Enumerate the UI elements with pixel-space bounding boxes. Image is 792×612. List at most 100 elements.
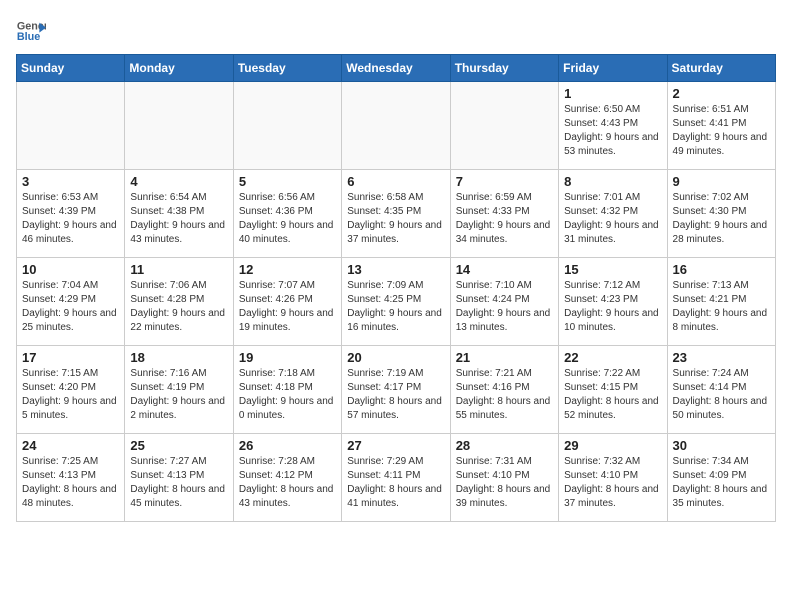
day-number: 11: [130, 262, 227, 277]
day-number: 17: [22, 350, 119, 365]
day-number: 8: [564, 174, 661, 189]
day-number: 28: [456, 438, 553, 453]
day-number: 10: [22, 262, 119, 277]
day-cell: 26 Sunrise: 7:28 AMSunset: 4:12 PMDayligh…: [233, 434, 341, 522]
day-cell: 21 Sunrise: 7:21 AMSunset: 4:16 PMDayligh…: [450, 346, 558, 434]
day-number: 3: [22, 174, 119, 189]
day-info: Sunrise: 7:12 AMSunset: 4:23 PMDaylight:…: [564, 279, 661, 335]
day-number: 27: [347, 438, 444, 453]
day-cell: 8Sunrise: 7:01 AMSunset: 4:32 PMDaylight…: [559, 170, 667, 258]
day-number: 12: [239, 262, 336, 277]
day-info: Sunrise: 7:31 AMSunset: 4:10 PMDaylight:…: [456, 455, 553, 511]
day-info: Sunrise: 7:21 AMSunset: 4:16 PMDaylight:…: [456, 367, 553, 423]
day-cell: 3 Sunrise: 6:53 AMSunset: 4:39 PMDaylight…: [17, 170, 125, 258]
day-info: Sunrise: 7:10 AMSunset: 4:24 PMDaylight:…: [456, 279, 553, 335]
day-number: 15: [564, 262, 661, 277]
header-day-friday: Friday: [559, 55, 667, 82]
day-info: Sunrise: 6:51 AMSunset: 4:41 PMDaylight:…: [673, 103, 770, 159]
day-number: 9: [673, 174, 770, 189]
day-cell: 2Sunrise: 6:51 AMSunset: 4:41 PMDaylight…: [667, 82, 775, 170]
day-info: Sunrise: 7:16 AMSunset: 4:19 PMDaylight:…: [130, 367, 227, 423]
day-number: 25: [130, 438, 227, 453]
day-info: Sunrise: 7:29 AMSunset: 4:11 PMDaylight:…: [347, 455, 444, 511]
week-row-3: 17Sunrise: 7:15 AMSunset: 4:20 PMDayligh…: [17, 346, 776, 434]
day-info: Sunrise: 7:09 AMSunset: 4:25 PMDaylight:…: [347, 279, 444, 335]
day-number: 1: [564, 86, 661, 101]
logo: General Blue: [16, 16, 46, 46]
day-info: Sunrise: 7:04 AMSunset: 4:29 PMDaylight:…: [22, 279, 119, 335]
day-number: 7: [456, 174, 553, 189]
day-info: Sunrise: 6:58 AMSunset: 4:35 PMDaylight:…: [347, 191, 444, 247]
day-number: 4: [130, 174, 227, 189]
week-row-4: 24Sunrise: 7:25 AMSunset: 4:13 PMDayligh…: [17, 434, 776, 522]
day-info: Sunrise: 7:34 AMSunset: 4:09 PMDaylight:…: [673, 455, 770, 511]
day-number: 23: [673, 350, 770, 365]
day-cell: 18 Sunrise: 7:16 AMSunset: 4:19 PMDayligh…: [125, 346, 233, 434]
header-day-saturday: Saturday: [667, 55, 775, 82]
day-number: 14: [456, 262, 553, 277]
day-info: Sunrise: 7:18 AMSunset: 4:18 PMDaylight:…: [239, 367, 336, 423]
day-number: 26: [239, 438, 336, 453]
day-number: 29: [564, 438, 661, 453]
day-cell: 24Sunrise: 7:25 AMSunset: 4:13 PMDayligh…: [17, 434, 125, 522]
day-cell: [233, 82, 341, 170]
day-info: Sunrise: 7:19 AMSunset: 4:17 PMDaylight:…: [347, 367, 444, 423]
day-cell: [17, 82, 125, 170]
day-cell: 27 Sunrise: 7:29 AMSunset: 4:11 PMDayligh…: [342, 434, 450, 522]
day-cell: 20 Sunrise: 7:19 AMSunset: 4:17 PMDayligh…: [342, 346, 450, 434]
week-row-1: 3 Sunrise: 6:53 AMSunset: 4:39 PMDaylight…: [17, 170, 776, 258]
day-number: 19: [239, 350, 336, 365]
day-info: Sunrise: 7:28 AMSunset: 4:12 PMDaylight:…: [239, 455, 336, 511]
day-cell: 9 Sunrise: 7:02 AMSunset: 4:30 PMDaylight…: [667, 170, 775, 258]
page-header: General Blue: [16, 16, 776, 46]
day-cell: 25 Sunrise: 7:27 AMSunset: 4:13 PMDayligh…: [125, 434, 233, 522]
header-day-wednesday: Wednesday: [342, 55, 450, 82]
day-cell: 28 Sunrise: 7:31 AMSunset: 4:10 PMDayligh…: [450, 434, 558, 522]
day-cell: 5 Sunrise: 6:56 AMSunset: 4:36 PMDaylight…: [233, 170, 341, 258]
day-info: Sunrise: 7:27 AMSunset: 4:13 PMDaylight:…: [130, 455, 227, 511]
day-number: 22: [564, 350, 661, 365]
day-cell: 29Sunrise: 7:32 AMSunset: 4:10 PMDayligh…: [559, 434, 667, 522]
day-number: 21: [456, 350, 553, 365]
day-number: 30: [673, 438, 770, 453]
day-cell: 23Sunrise: 7:24 AMSunset: 4:14 PMDayligh…: [667, 346, 775, 434]
day-cell: 11 Sunrise: 7:06 AMSunset: 4:28 PMDayligh…: [125, 258, 233, 346]
day-cell: 6 Sunrise: 6:58 AMSunset: 4:35 PMDaylight…: [342, 170, 450, 258]
day-cell: 14 Sunrise: 7:10 AMSunset: 4:24 PMDayligh…: [450, 258, 558, 346]
week-row-0: 1 Sunrise: 6:50 AMSunset: 4:43 PMDaylight…: [17, 82, 776, 170]
day-info: Sunrise: 6:53 AMSunset: 4:39 PMDaylight:…: [22, 191, 119, 247]
day-number: 16: [673, 262, 770, 277]
day-cell: [450, 82, 558, 170]
day-cell: 13Sunrise: 7:09 AMSunset: 4:25 PMDayligh…: [342, 258, 450, 346]
day-number: 20: [347, 350, 444, 365]
day-info: Sunrise: 7:25 AMSunset: 4:13 PMDaylight:…: [22, 455, 119, 511]
day-cell: 7 Sunrise: 6:59 AMSunset: 4:33 PMDaylight…: [450, 170, 558, 258]
header-day-tuesday: Tuesday: [233, 55, 341, 82]
logo-icon: General Blue: [16, 16, 46, 46]
day-number: 6: [347, 174, 444, 189]
header-row: SundayMondayTuesdayWednesdayThursdayFrid…: [17, 55, 776, 82]
day-info: Sunrise: 7:22 AMSunset: 4:15 PMDaylight:…: [564, 367, 661, 423]
header-day-sunday: Sunday: [17, 55, 125, 82]
day-cell: 17Sunrise: 7:15 AMSunset: 4:20 PMDayligh…: [17, 346, 125, 434]
day-info: Sunrise: 6:54 AMSunset: 4:38 PMDaylight:…: [130, 191, 227, 247]
day-info: Sunrise: 6:59 AMSunset: 4:33 PMDaylight:…: [456, 191, 553, 247]
day-cell: 15 Sunrise: 7:12 AMSunset: 4:23 PMDayligh…: [559, 258, 667, 346]
day-info: Sunrise: 6:56 AMSunset: 4:36 PMDaylight:…: [239, 191, 336, 247]
day-info: Sunrise: 6:50 AMSunset: 4:43 PMDaylight:…: [564, 103, 661, 159]
day-cell: 16 Sunrise: 7:13 AMSunset: 4:21 PMDayligh…: [667, 258, 775, 346]
day-cell: 12 Sunrise: 7:07 AMSunset: 4:26 PMDayligh…: [233, 258, 341, 346]
day-info: Sunrise: 7:02 AMSunset: 4:30 PMDaylight:…: [673, 191, 770, 247]
day-number: 5: [239, 174, 336, 189]
day-info: Sunrise: 7:06 AMSunset: 4:28 PMDaylight:…: [130, 279, 227, 335]
day-number: 18: [130, 350, 227, 365]
day-info: Sunrise: 7:13 AMSunset: 4:21 PMDaylight:…: [673, 279, 770, 335]
day-info: Sunrise: 7:07 AMSunset: 4:26 PMDaylight:…: [239, 279, 336, 335]
day-cell: 30 Sunrise: 7:34 AMSunset: 4:09 PMDayligh…: [667, 434, 775, 522]
header-day-monday: Monday: [125, 55, 233, 82]
calendar-table: SundayMondayTuesdayWednesdayThursdayFrid…: [16, 54, 776, 522]
day-cell: 10 Sunrise: 7:04 AMSunset: 4:29 PMDayligh…: [17, 258, 125, 346]
day-cell: [125, 82, 233, 170]
day-cell: 4 Sunrise: 6:54 AMSunset: 4:38 PMDaylight…: [125, 170, 233, 258]
day-cell: 19 Sunrise: 7:18 AMSunset: 4:18 PMDayligh…: [233, 346, 341, 434]
